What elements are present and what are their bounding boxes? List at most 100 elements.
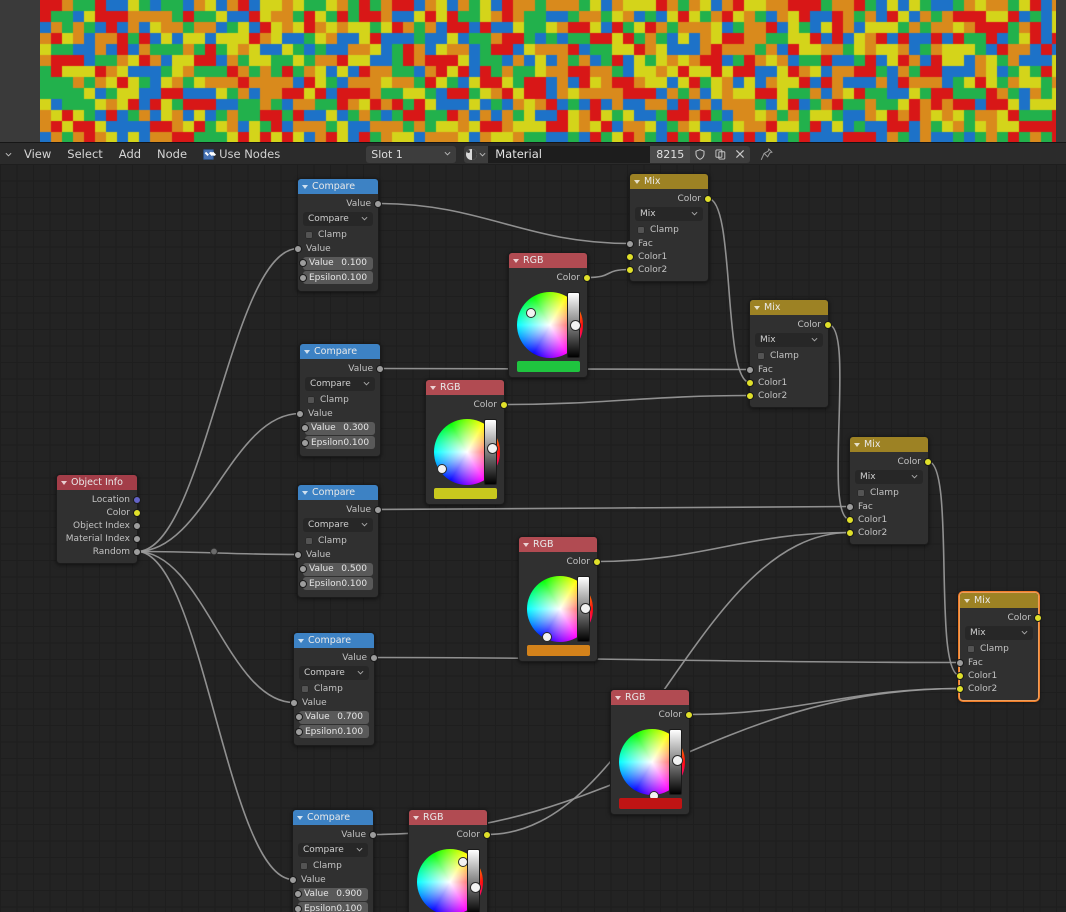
node-object-info[interactable]: Object Info Location Color Object Index Mate… <box>56 474 141 564</box>
socket-mix-2-color2[interactable] <box>846 528 854 537</box>
socket-cmp-out-0[interactable] <box>374 199 382 208</box>
socket-cmp-val-4[interactable] <box>294 890 302 898</box>
epsilon-field[interactable]: Epsilon 0.100 <box>301 436 375 449</box>
checkbox-box-icon[interactable] <box>857 488 865 497</box>
operation-dropdown[interactable]: Compare <box>303 212 373 226</box>
new-material-copy-icon[interactable] <box>710 145 731 163</box>
blend-mode-dropdown[interactable]: Mix <box>965 626 1033 640</box>
epsilon-field[interactable]: Epsilon 0.100 <box>294 902 368 912</box>
socket-cmp-out-2[interactable] <box>374 505 382 514</box>
material-browse-dropdown[interactable] <box>464 145 489 163</box>
use-nodes-checkbox-icon[interactable] <box>203 148 215 160</box>
node-compare-1[interactable]: Compare Value Compare Clamp Value Value 0.300 E… <box>296 343 384 457</box>
socket-mix-out-2[interactable] <box>924 457 932 466</box>
clamp-checkbox[interactable]: Clamp <box>855 486 923 499</box>
socket-mix-1-fac[interactable] <box>746 365 754 374</box>
socket-mix-0-color1[interactable] <box>626 252 634 261</box>
clamp-checkbox[interactable]: Clamp <box>305 393 375 406</box>
color-swatch[interactable] <box>517 361 580 372</box>
color-wheel-cursor[interactable] <box>437 464 447 474</box>
socket-mix-1-color1[interactable] <box>746 378 754 387</box>
collapse-triangle-icon[interactable] <box>513 258 519 263</box>
color-wheel-cursor[interactable] <box>526 308 536 318</box>
checkbox-box-icon[interactable] <box>300 861 308 870</box>
socket-mix-2-fac[interactable] <box>846 502 854 511</box>
socket-cmp-val-2[interactable] <box>299 565 307 573</box>
collapse-triangle-icon[interactable] <box>304 349 310 354</box>
color-picker-widget[interactable] <box>524 570 593 656</box>
node-rgb-2[interactable]: RGB Color <box>518 536 601 662</box>
clamp-checkbox[interactable]: Clamp <box>303 534 373 547</box>
clamp-checkbox[interactable]: Clamp <box>635 223 703 236</box>
fake-user-shield-icon[interactable] <box>690 145 711 163</box>
node-compare-0[interactable]: Compare Value Compare Clamp Value Value 0.100 E… <box>294 178 382 292</box>
collapse-triangle-icon[interactable] <box>430 385 436 390</box>
epsilon-field[interactable]: Epsilon 0.100 <box>299 271 373 284</box>
socket-cmp-out-3[interactable] <box>370 653 378 662</box>
node-rgb-3[interactable]: RGB Color <box>610 689 693 815</box>
blend-mode-dropdown[interactable]: Mix <box>635 207 703 221</box>
collapse-triangle-icon[interactable] <box>302 184 308 189</box>
socket-cmp-in-2[interactable] <box>294 550 302 559</box>
socket-mix-2-color1[interactable] <box>846 515 854 524</box>
color-picker-widget[interactable] <box>431 413 500 499</box>
collapse-triangle-icon[interactable] <box>754 305 760 310</box>
node-compare-3[interactable]: Compare Value Compare Clamp Value Value 0.700 E… <box>290 632 378 746</box>
epsilon-field[interactable]: Epsilon 0.100 <box>299 577 373 590</box>
collapse-triangle-icon[interactable] <box>302 490 308 495</box>
socket-mix-0-color2[interactable] <box>626 265 634 274</box>
checkbox-box-icon[interactable] <box>757 351 765 360</box>
node-editor-canvas[interactable]: Object Info Location Color Object Index Mate… <box>0 164 1066 912</box>
collapse-triangle-icon[interactable] <box>413 815 419 820</box>
node-rgb-4[interactable]: RGB Color <box>408 809 491 912</box>
color-swatch[interactable] <box>434 488 497 499</box>
socket-cmp-in-3[interactable] <box>290 698 298 707</box>
value-slider-knob[interactable] <box>470 882 481 893</box>
socket-mix-3-color1[interactable] <box>956 671 964 680</box>
socket-rgb-out-1[interactable] <box>500 400 508 409</box>
node-compare-2[interactable]: Compare Value Compare Clamp Value Value 0.500 E… <box>294 484 382 598</box>
checkbox-box-icon[interactable] <box>307 395 315 404</box>
collapse-triangle-icon[interactable] <box>61 480 67 485</box>
collapse-triangle-icon[interactable] <box>298 638 304 643</box>
node-mix-1[interactable]: Mix Color Mix Clamp Fac Color1 Color2 <box>746 299 832 408</box>
socket-objinfo-out-0[interactable] <box>133 495 141 504</box>
menu-select[interactable]: Select <box>59 143 110 165</box>
use-nodes-toggle[interactable]: Use Nodes <box>195 143 288 165</box>
color-swatch[interactable] <box>619 798 682 809</box>
socket-cmp-in-0[interactable] <box>294 244 302 253</box>
menu-node[interactable]: Node <box>149 143 195 165</box>
socket-rgb-out-3[interactable] <box>685 710 693 719</box>
socket-cmp-eps-4[interactable] <box>294 904 302 912</box>
value-slider-knob[interactable] <box>570 320 581 331</box>
clamp-checkbox[interactable]: Clamp <box>965 642 1033 655</box>
value-slider-knob[interactable] <box>487 443 498 454</box>
node-mix-2[interactable]: Mix Color Mix Clamp Fac Color1 Color2 <box>846 436 932 545</box>
socket-cmp-val-1[interactable] <box>301 424 309 432</box>
socket-cmp-out-4[interactable] <box>369 830 377 839</box>
checkbox-box-icon[interactable] <box>305 230 313 239</box>
socket-rgb-out-4[interactable] <box>483 830 491 839</box>
socket-mix-0-fac[interactable] <box>626 239 634 248</box>
socket-mix-out-0[interactable] <box>704 194 712 203</box>
socket-cmp-in-4[interactable] <box>289 875 297 884</box>
value-field[interactable]: Value 0.900 <box>294 887 368 901</box>
material-slot-dropdown[interactable]: Slot 1 <box>366 145 457 163</box>
node-rgb-1[interactable]: RGB Color <box>425 379 508 505</box>
color-swatch[interactable] <box>527 645 590 656</box>
socket-cmp-val-0[interactable] <box>299 259 307 267</box>
value-slider-knob[interactable] <box>672 755 683 766</box>
unlink-x-icon[interactable] <box>730 145 751 163</box>
clamp-checkbox[interactable]: Clamp <box>303 228 373 241</box>
value-field[interactable]: Value 0.300 <box>301 421 375 435</box>
socket-cmp-in-1[interactable] <box>296 409 304 418</box>
value-field[interactable]: Value 0.100 <box>299 256 373 270</box>
clamp-checkbox[interactable]: Clamp <box>298 859 368 872</box>
socket-mix-out-1[interactable] <box>824 320 832 329</box>
material-name-field[interactable]: Material <box>488 145 651 163</box>
socket-cmp-val-3[interactable] <box>295 713 303 721</box>
collapse-triangle-icon[interactable] <box>523 542 529 547</box>
socket-objinfo-out-4[interactable] <box>133 547 141 556</box>
color-picker-widget[interactable] <box>514 286 583 372</box>
clamp-checkbox[interactable]: Clamp <box>755 349 823 362</box>
